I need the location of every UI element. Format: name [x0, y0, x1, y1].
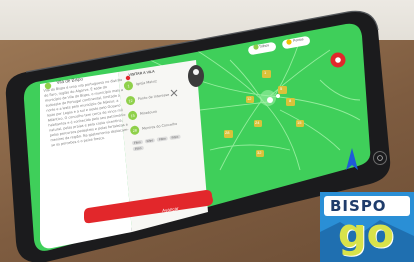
list-item-badge: 1 [123, 80, 134, 91]
list-item-label: Ponto de Interesse [137, 92, 170, 102]
list-item-badge: 15 [127, 110, 138, 121]
filter-chip[interactable]: Filtro [144, 138, 156, 144]
map-marker-label[interactable]: 12 [247, 96, 251, 101]
list-item-badge: 28 [129, 125, 140, 136]
map-marker-label[interactable]: 15 [297, 120, 301, 125]
list-item-label: Igreja Matriz [135, 79, 158, 87]
map-marker-label[interactable]: 5 [280, 86, 282, 91]
filter-chip[interactable]: Filtro [169, 134, 181, 140]
list-item[interactable]: 28 Menires do Concelho [129, 118, 189, 136]
list-item-badge: 12 [125, 95, 136, 106]
list-item-label: Miradouro [139, 109, 158, 116]
map-marker-label[interactable]: 1 [264, 70, 266, 75]
map-marker-label[interactable]: 8 [289, 98, 291, 103]
location-red-button-inner [335, 57, 341, 63]
logo-bottom-text: go [338, 211, 395, 257]
map-marker-label[interactable]: 24 [255, 120, 259, 125]
recenter-icon [373, 151, 387, 165]
pin-illustration [188, 65, 204, 87]
list-item[interactable]: 12 Ponto de Interesse [125, 89, 184, 106]
pill-dot-yellow [286, 39, 292, 45]
list-item-label: Menires do Concelho [141, 121, 178, 131]
map-marker-label[interactable]: 28 [225, 130, 229, 135]
list-panel-content: VISITAR A VILA 1 Igreja Matriz 12 Ponto … [122, 64, 191, 152]
filter-chip[interactable]: Filtro [156, 136, 168, 142]
bispo-go-logo: BISPO go [320, 192, 414, 262]
advance-button-label: Avançar [161, 205, 179, 214]
map-marker-label[interactable]: 32 [257, 150, 261, 155]
filter-chip[interactable]: Filtro [131, 139, 143, 146]
list-item[interactable]: 15 Miradouro [127, 104, 187, 121]
